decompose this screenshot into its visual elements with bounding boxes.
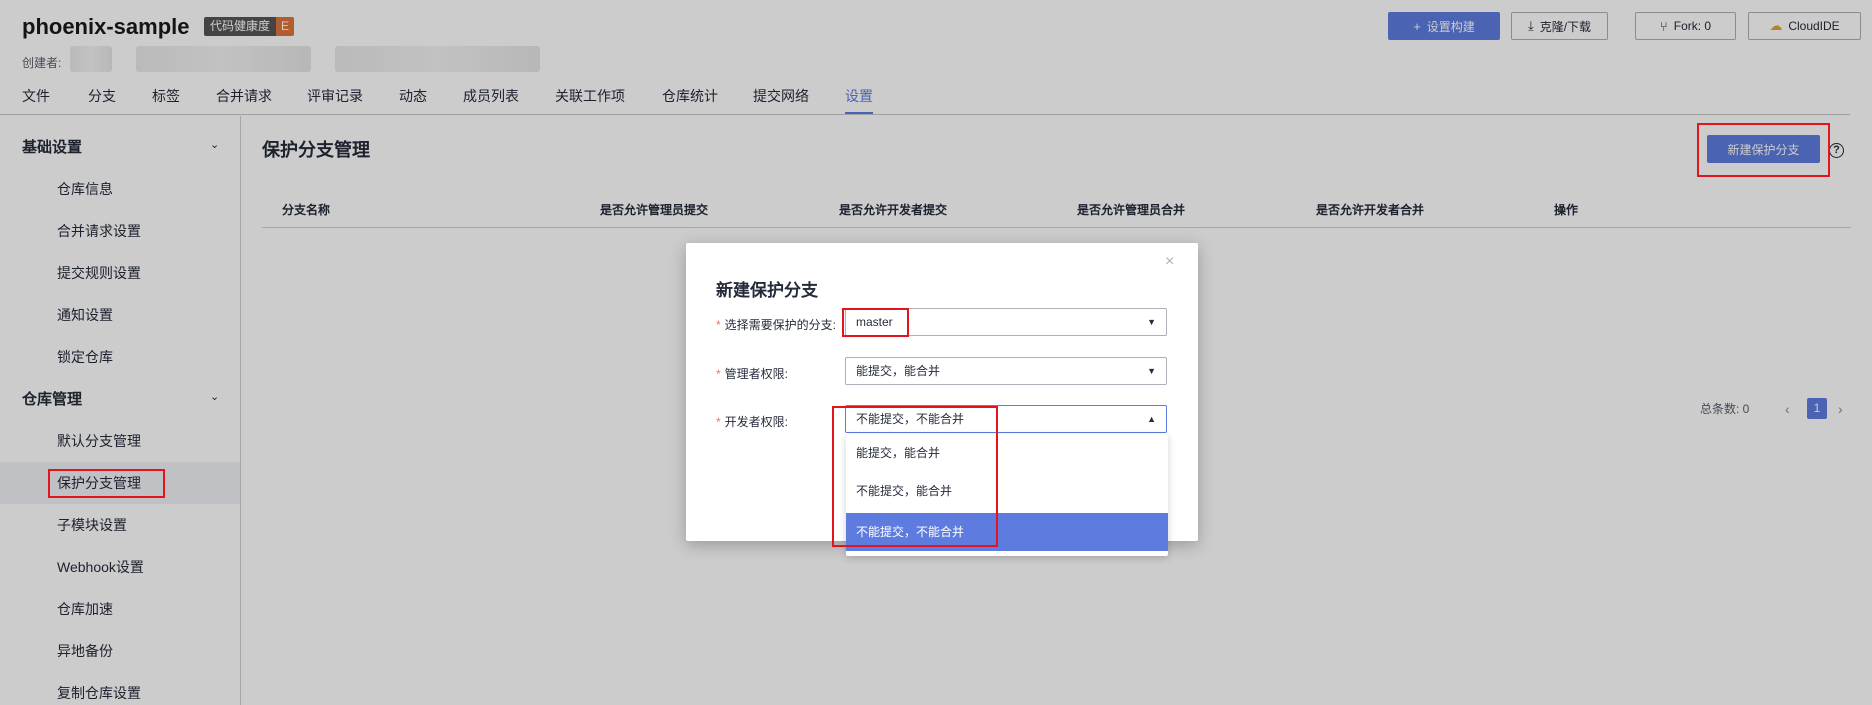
close-icon[interactable]: × [1165,253,1174,271]
dialog-title: 新建保护分支 [716,281,818,300]
admin-permission-label: * 管理者权限: [716,367,789,381]
annotation-box-branch [842,308,909,337]
caret-up-icon: ▲ [1147,414,1156,424]
annotation-box-developer-permission [832,406,998,547]
admin-permission-value: 能提交，能合并 [856,364,941,378]
caret-down-icon: ▼ [1147,317,1156,327]
caret-down-icon: ▼ [1147,366,1156,376]
branch-field-label: * 选择需要保护的分支: [716,318,837,332]
annotation-box-sidebar-item [48,469,165,498]
developer-permission-label: * 开发者权限: [716,415,789,429]
admin-permission-select[interactable]: 能提交，能合并 ▼ [845,357,1167,385]
annotation-box-new-button [1697,123,1830,177]
